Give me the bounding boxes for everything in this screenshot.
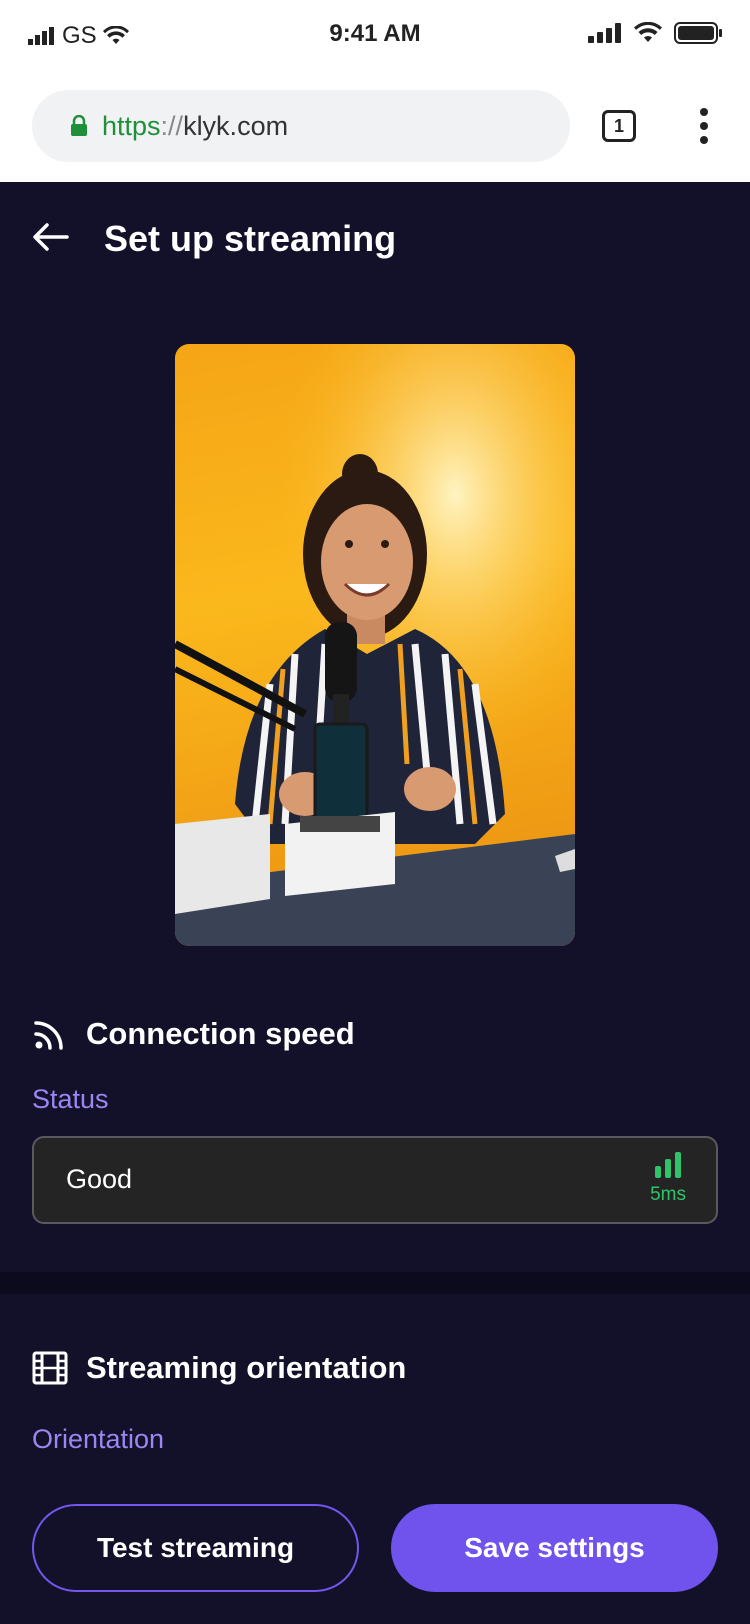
connection-speed-header: Connection speed [32, 1016, 355, 1052]
cellular-signal-icon [588, 23, 621, 43]
tab-switcher-button[interactable]: 1 [602, 110, 636, 142]
status-bar: GS 9:41 AM [0, 0, 750, 72]
arrow-left-icon [33, 223, 69, 251]
latency-value: 5ms [650, 1184, 686, 1205]
status-label: Status [32, 1084, 109, 1114]
address-bar[interactable]: https://klyk.com [32, 90, 570, 162]
url-scheme: https [102, 110, 161, 141]
lock-icon [71, 115, 87, 136]
connection-speed-title: Connection speed [86, 1016, 355, 1051]
camera-preview [175, 344, 575, 946]
url-separator: :// [160, 110, 184, 141]
status-field: Good 5ms [32, 1136, 718, 1224]
signal-indicator: 5ms [650, 1152, 686, 1206]
streamer-photo [175, 344, 575, 946]
streaming-orientation-header: Streaming orientation [32, 1350, 406, 1386]
test-streaming-button[interactable]: Test streaming [32, 1504, 359, 1592]
section-divider [0, 1272, 750, 1294]
save-settings-button[interactable]: Save settings [391, 1504, 718, 1592]
more-menu-icon[interactable] [696, 108, 712, 146]
rss-icon [34, 1021, 63, 1050]
url-host: klyk.com [183, 110, 289, 141]
page-title: Set up streaming [104, 218, 397, 259]
back-button[interactable] [30, 216, 72, 258]
wifi-icon [634, 22, 662, 42]
browser-toolbar: https://klyk.com 1 [0, 72, 750, 182]
streaming-orientation-title: Streaming orientation [86, 1350, 407, 1385]
film-icon [32, 1351, 68, 1385]
status-value: Good [66, 1164, 133, 1194]
system-icons [588, 22, 722, 44]
battery-icon [674, 22, 722, 44]
page-header: Set up streaming [0, 182, 750, 294]
signal-strength-icon [650, 1152, 686, 1178]
orientation-label: Orientation [32, 1424, 165, 1454]
